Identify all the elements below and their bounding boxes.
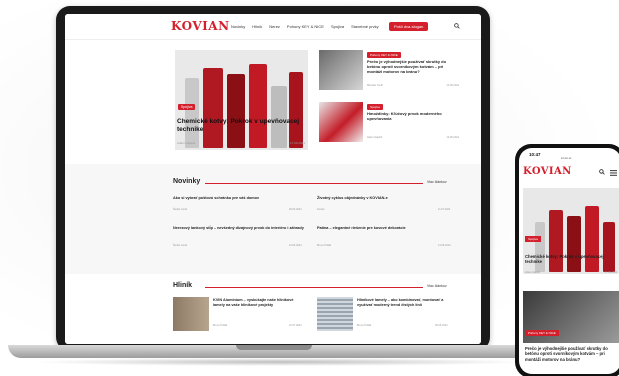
laptop-shadow xyxy=(30,358,530,366)
section-divider xyxy=(205,183,423,184)
phone-hero-title[interactable]: Chemické kotvy: Pokrok v upevňovacej tec… xyxy=(525,254,617,265)
phone-screen: 10:47 kovian.sk KOVIAN Spojiva Chemické … xyxy=(519,148,619,374)
phone-hero-author: Adam Gajdoš xyxy=(525,271,541,274)
news-article-1-date: 28.06.2024 xyxy=(289,208,302,211)
hamburger-menu-icon[interactable] xyxy=(610,170,617,176)
side-article-2-badge[interactable]: Spojiva xyxy=(367,104,383,110)
laptop-notch xyxy=(236,345,312,350)
hlinik-article-1-date: 10.07.2024 xyxy=(289,324,302,327)
news-article-2-author: Kovian xyxy=(317,208,325,211)
side-article-1-badge[interactable]: Pohony KEY & NICE xyxy=(367,52,401,58)
news-article-2-date: 11.07.2024 xyxy=(438,208,451,211)
news-article-2-title[interactable]: Životný cyklus objednávky v KOVIAN-e xyxy=(317,196,437,201)
side-article-1-author: Miroslav Cudri xyxy=(367,84,383,87)
hlinik-article-2-author: Bruno Pollák xyxy=(357,324,372,327)
nav-item-spojiva[interactable]: Spojiva xyxy=(331,24,344,29)
side-article-1-meta: Miroslav Cudri 13.06.2024 xyxy=(367,84,459,87)
main-nav: Novinky Hliník Nerez Pohony KEY & NICE S… xyxy=(231,24,379,29)
phone-url[interactable]: kovian.sk xyxy=(561,157,571,160)
hero-title[interactable]: Chemické kotvy: Pokrok v upevňovacej tec… xyxy=(177,118,305,134)
nav-item-pohony[interactable]: Pohony KEY & NICE xyxy=(287,24,324,29)
more-articles-link[interactable]: Viac článkov xyxy=(427,180,447,184)
section-novinky: Novinky Viac článkov Ako si vybrať pošto… xyxy=(65,164,481,274)
hero-date: 17.06.2024 xyxy=(289,141,305,145)
hlinik-article-1-author: Bruno Pollák xyxy=(213,324,228,327)
side-article-1-title[interactable]: Prečo je výhodnejšie používať skrutky do… xyxy=(367,59,459,74)
phone-article-2-badge[interactable]: Pohony KEY & NICE xyxy=(525,330,559,336)
more-articles-link[interactable]: Viac článkov xyxy=(427,284,447,288)
hlinik-article-1-title[interactable]: KVIN Aluminium – vyskúšajte naše hliníko… xyxy=(213,298,305,308)
section-title-novinky: Novinky xyxy=(173,178,201,185)
side-article-2-date: 10.06.2024 xyxy=(446,136,459,139)
site-header: KOVIAN Novinky Hliník Nerez Pohony KEY &… xyxy=(65,14,481,40)
search-icon[interactable] xyxy=(599,169,605,175)
phone-hero-date: 17.06.2024 xyxy=(604,271,617,274)
news-article-3-title[interactable]: Nerezový lankový stĺp – nevšedný dizajno… xyxy=(173,226,305,231)
hero-image[interactable] xyxy=(175,50,308,150)
side-article-2-image[interactable] xyxy=(319,102,363,142)
news-article-3-date: 24.06.2024 xyxy=(289,244,302,247)
hlinik-article-2-image[interactable] xyxy=(317,297,353,331)
side-article-1-image[interactable] xyxy=(319,50,363,90)
side-article-2-author: Adam Gajdoš xyxy=(367,136,383,139)
news-article-1-author: Štefan Juráš xyxy=(173,208,188,211)
cta-button[interactable]: Pošli dva-slogan xyxy=(389,22,429,31)
phone-hero-meta: Adam Gajdoš 17.06.2024 xyxy=(525,271,617,274)
news-article-3-author: Štefan Juráš xyxy=(173,244,188,247)
news-article-4-date: 14.06.2024 xyxy=(438,244,451,247)
news-article-4-title[interactable]: Patina – elegantné riešenie pre kovové d… xyxy=(317,226,447,231)
nav-item-stavebne[interactable]: Stavebné prvky xyxy=(351,24,379,29)
hero-category-badge[interactable]: Spojiva xyxy=(178,104,196,110)
site-logo[interactable]: KOVIAN xyxy=(171,19,230,33)
nav-item-hlinik[interactable]: Hliník xyxy=(252,24,262,29)
side-article-2-meta: Adam Gajdoš 10.06.2024 xyxy=(367,136,459,139)
laptop-screen: KOVIAN Novinky Hliník Nerez Pohony KEY &… xyxy=(65,14,481,344)
hlinik-article-1-image[interactable] xyxy=(173,297,209,331)
hero-author: Adam Gajdoš xyxy=(177,141,196,145)
section-title-hlinik: Hliník xyxy=(173,282,193,289)
section-divider xyxy=(205,287,423,288)
section-hlinik: Hliník Viac článkov KVIN Aluminium – vys… xyxy=(65,274,481,344)
hlinik-article-2-title[interactable]: Hliníkové lamely – ako kombinovať, monto… xyxy=(357,298,451,308)
hero-meta: Adam Gajdoš 17.06.2024 xyxy=(177,141,305,145)
phone-hero-badge[interactable]: Spojiva xyxy=(525,236,541,242)
search-icon[interactable] xyxy=(454,23,460,29)
side-article-2-title[interactable]: Hmoždinky: Kľúčový prvok moderného upevň… xyxy=(367,111,459,121)
side-article-1-date: 13.06.2024 xyxy=(446,84,459,87)
side-article-1[interactable]: Pohony KEY & NICE Prečo je výhodnejšie p… xyxy=(319,50,463,90)
phone-site-logo[interactable]: KOVIAN xyxy=(523,166,572,177)
hlinik-article-2-date: 09.05.2024 xyxy=(435,324,448,327)
nav-item-nerez[interactable]: Nerez xyxy=(269,24,280,29)
news-article-4-author: Bruno Pollák xyxy=(317,244,332,247)
phone-article-2-title[interactable]: Prečo je výhodnejšie používať skrutky do… xyxy=(525,346,617,362)
nav-item-novinky[interactable]: Novinky xyxy=(231,24,245,29)
news-article-1-title[interactable]: Ako si vybrať poštovú schránku pre váš d… xyxy=(173,196,293,201)
phone-clock: 10:47 xyxy=(529,152,541,157)
side-article-2[interactable]: Spojiva Hmoždinky: Kľúčový prvok moderné… xyxy=(319,102,463,142)
